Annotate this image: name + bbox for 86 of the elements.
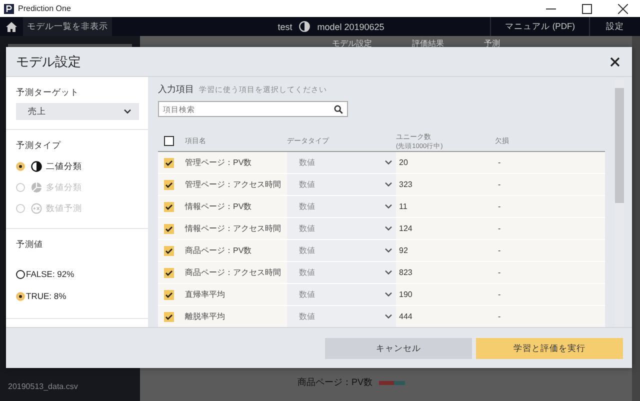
table-cell-text: 商品ページ：アクセス時間 xyxy=(184,267,282,278)
tab[interactable]: 評価結果 xyxy=(412,38,444,50)
data-type-select[interactable]: 数値 xyxy=(287,174,396,195)
scrollbar[interactable] xyxy=(632,36,640,401)
chevron-down-icon xyxy=(385,314,392,319)
table-cell-text: 管理ページ：アクセス時間 xyxy=(184,179,282,190)
chevron-down-icon xyxy=(124,109,131,114)
maximize-icon[interactable] xyxy=(582,4,592,14)
table-cell-text: 情報ページ：アクセス時間 xyxy=(184,223,282,234)
model-name: model 20190625 xyxy=(317,22,384,32)
app-logo-icon xyxy=(4,4,14,14)
chevron-down-icon xyxy=(385,182,392,187)
option-label: 数値予測 xyxy=(46,202,82,214)
table-cell-text: 商品ページ：PV数 xyxy=(184,245,253,256)
chevron-down-icon xyxy=(385,204,392,209)
scrollbar[interactable] xyxy=(615,79,624,327)
dialog-title: モデル設定 xyxy=(16,52,81,70)
option-label: 二値分類 xyxy=(46,160,82,172)
table-cell-text: - xyxy=(498,268,502,277)
target-select[interactable]: 売上 xyxy=(16,103,139,120)
row-checkbox[interactable] xyxy=(164,246,174,256)
table-cell-text: 直帰率平均 xyxy=(184,289,226,300)
half-circle-icon xyxy=(299,21,310,32)
close-icon[interactable] xyxy=(618,4,628,14)
row-checkbox[interactable] xyxy=(164,202,174,212)
table-cell-text: 管理ページ：PV数 xyxy=(184,157,253,168)
table-cell-text: - xyxy=(498,246,502,255)
row-checkbox[interactable] xyxy=(164,290,174,300)
section-label: 予測ターゲット xyxy=(16,87,80,99)
row-checkbox[interactable] xyxy=(164,312,174,322)
row-checkbox[interactable] xyxy=(164,180,174,190)
section-title: 入力項目 xyxy=(158,83,194,96)
data-type-select[interactable]: 数値 xyxy=(287,240,396,261)
tab[interactable]: 予測 xyxy=(484,38,500,50)
table-cell-text: - xyxy=(498,202,502,211)
chevron-down-icon xyxy=(385,292,392,297)
table-cell-text: 11 xyxy=(398,202,408,211)
option-label: TRUE: 8% xyxy=(26,291,66,301)
close-icon[interactable] xyxy=(610,56,620,66)
table-cell-text: 20 xyxy=(398,158,409,167)
plus-x-circle-icon xyxy=(31,203,42,214)
section-label: 予測タイプ xyxy=(16,140,62,152)
table-cell-text: 92 xyxy=(398,246,409,255)
select-all-checkbox[interactable] xyxy=(164,136,174,146)
data-type-select[interactable]: 数値 xyxy=(287,152,396,173)
option-label: FALSE: 92% xyxy=(26,269,74,279)
search-icon xyxy=(334,105,343,114)
data-type-select[interactable]: 数値 xyxy=(287,196,396,217)
row-checkbox[interactable] xyxy=(164,224,174,234)
row-checkbox[interactable] xyxy=(164,268,174,278)
chevron-down-icon xyxy=(385,160,392,165)
table-cell-text: 離脱率平均 xyxy=(184,311,226,322)
ratio-bar xyxy=(378,380,404,384)
half-circle-icon xyxy=(31,161,42,172)
chevron-down-icon xyxy=(385,226,392,231)
chevron-down-icon xyxy=(385,248,392,253)
table-cell-text: - xyxy=(498,158,502,167)
table-cell-text: - xyxy=(498,180,502,189)
table-cell-text: 323 xyxy=(398,180,414,189)
project-name: test xyxy=(278,22,292,32)
option-label: 多値分類 xyxy=(46,182,82,194)
radio-button[interactable] xyxy=(16,270,25,278)
section-label: 予測値 xyxy=(16,239,44,251)
feature-label: 商品ページ：PV数 xyxy=(297,376,372,389)
data-type-select[interactable]: 数値 xyxy=(287,284,396,305)
data-type-select[interactable]: 数値 xyxy=(287,262,396,283)
table-cell-text: - xyxy=(498,290,502,299)
table-cell-text: 190 xyxy=(398,290,414,299)
data-type-select[interactable]: 数値 xyxy=(287,218,396,239)
cancel-button[interactable]: キャンセル xyxy=(325,338,472,359)
home-icon[interactable] xyxy=(6,22,17,32)
table-cell-text: 823 xyxy=(398,268,414,277)
file-name[interactable]: 20190513_data.csv xyxy=(8,382,132,391)
pie-chart-icon xyxy=(31,182,42,193)
table-cell-text: - xyxy=(498,224,502,233)
table-cell-text: 124 xyxy=(398,224,414,233)
window-title: Prediction One xyxy=(18,4,72,13)
table-cell-text: 444 xyxy=(398,312,414,321)
hide-model-list-button[interactable]: モデル一覧を非表示 xyxy=(23,17,112,36)
run-training-button[interactable]: 学習と評価を実行 xyxy=(476,338,623,359)
row-checkbox[interactable] xyxy=(164,158,174,168)
table-cell-text: 情報ページ：PV数 xyxy=(184,201,253,212)
table-cell-text: - xyxy=(498,312,502,321)
data-type-select[interactable]: 数値 xyxy=(287,306,396,327)
tab[interactable]: モデル設定 xyxy=(332,38,372,50)
chevron-down-icon xyxy=(385,270,392,275)
